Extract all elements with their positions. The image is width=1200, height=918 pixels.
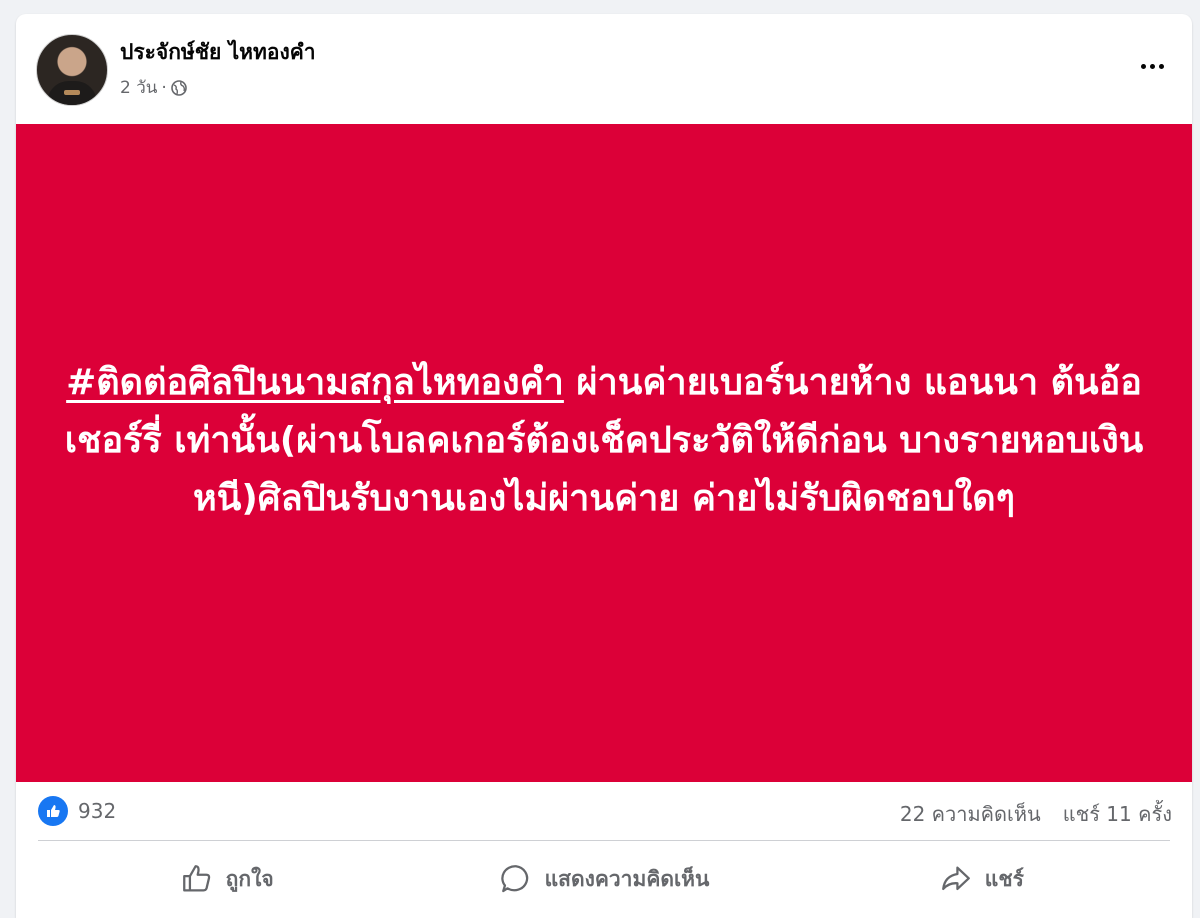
post-time[interactable]: 2 วัน [120, 74, 157, 101]
engagement-counts: 22 ความคิดเห็น แชร์ 11 ครั้ง [900, 798, 1172, 830]
post-meta: 2 วัน · [120, 74, 187, 101]
avatar[interactable] [36, 34, 108, 106]
post-card: ประจักษ์ชัย ไหทองคำ 2 วัน · #ติดต่อศิลปิ… [16, 14, 1192, 918]
more-options-icon[interactable] [1134, 52, 1170, 80]
hashtag-link[interactable]: #ติดต่อศิลปินนามสกุลไหทองคำ [66, 362, 564, 403]
avatar-shirt-print [64, 90, 80, 95]
action-divider [38, 840, 1170, 841]
banner-text: #ติดต่อศิลปินนามสกุลไหทองคำ ผ่านค่ายเบอร… [64, 354, 1144, 528]
post-header: ประจักษ์ชัย ไหทองคำ 2 วัน · [16, 14, 1192, 124]
comment-button[interactable]: แสดงความคิดเห็น [415, 846, 792, 912]
comment-bubble-icon [499, 862, 533, 896]
share-arrow-icon [939, 862, 973, 896]
post-banner: #ติดต่อศิลปินนามสกุลไหทองคำ ผ่านค่ายเบอร… [16, 124, 1192, 782]
like-label: ถูกใจ [225, 866, 274, 891]
like-reaction-icon[interactable] [38, 796, 68, 826]
share-label: แชร์ [984, 866, 1024, 891]
meta-separator: · [161, 77, 167, 98]
reaction-stats: 932 22 ความคิดเห็น แชร์ 11 ครั้ง [16, 782, 1192, 838]
globe-icon[interactable] [170, 79, 187, 96]
comment-count[interactable]: 22 ความคิดเห็น [900, 798, 1041, 830]
thumbs-up-icon [180, 862, 214, 896]
comment-label: แสดงความคิดเห็น [544, 866, 710, 891]
share-button[interactable]: แชร์ [793, 846, 1170, 912]
share-count[interactable]: แชร์ 11 ครั้ง [1063, 798, 1172, 830]
action-bar: ถูกใจ แสดงความคิดเห็น แชร์ [38, 846, 1170, 912]
like-count[interactable]: 932 [78, 799, 116, 823]
like-button[interactable]: ถูกใจ [38, 846, 415, 912]
author-name[interactable]: ประจักษ์ชัย ไหทองคำ [120, 36, 316, 69]
